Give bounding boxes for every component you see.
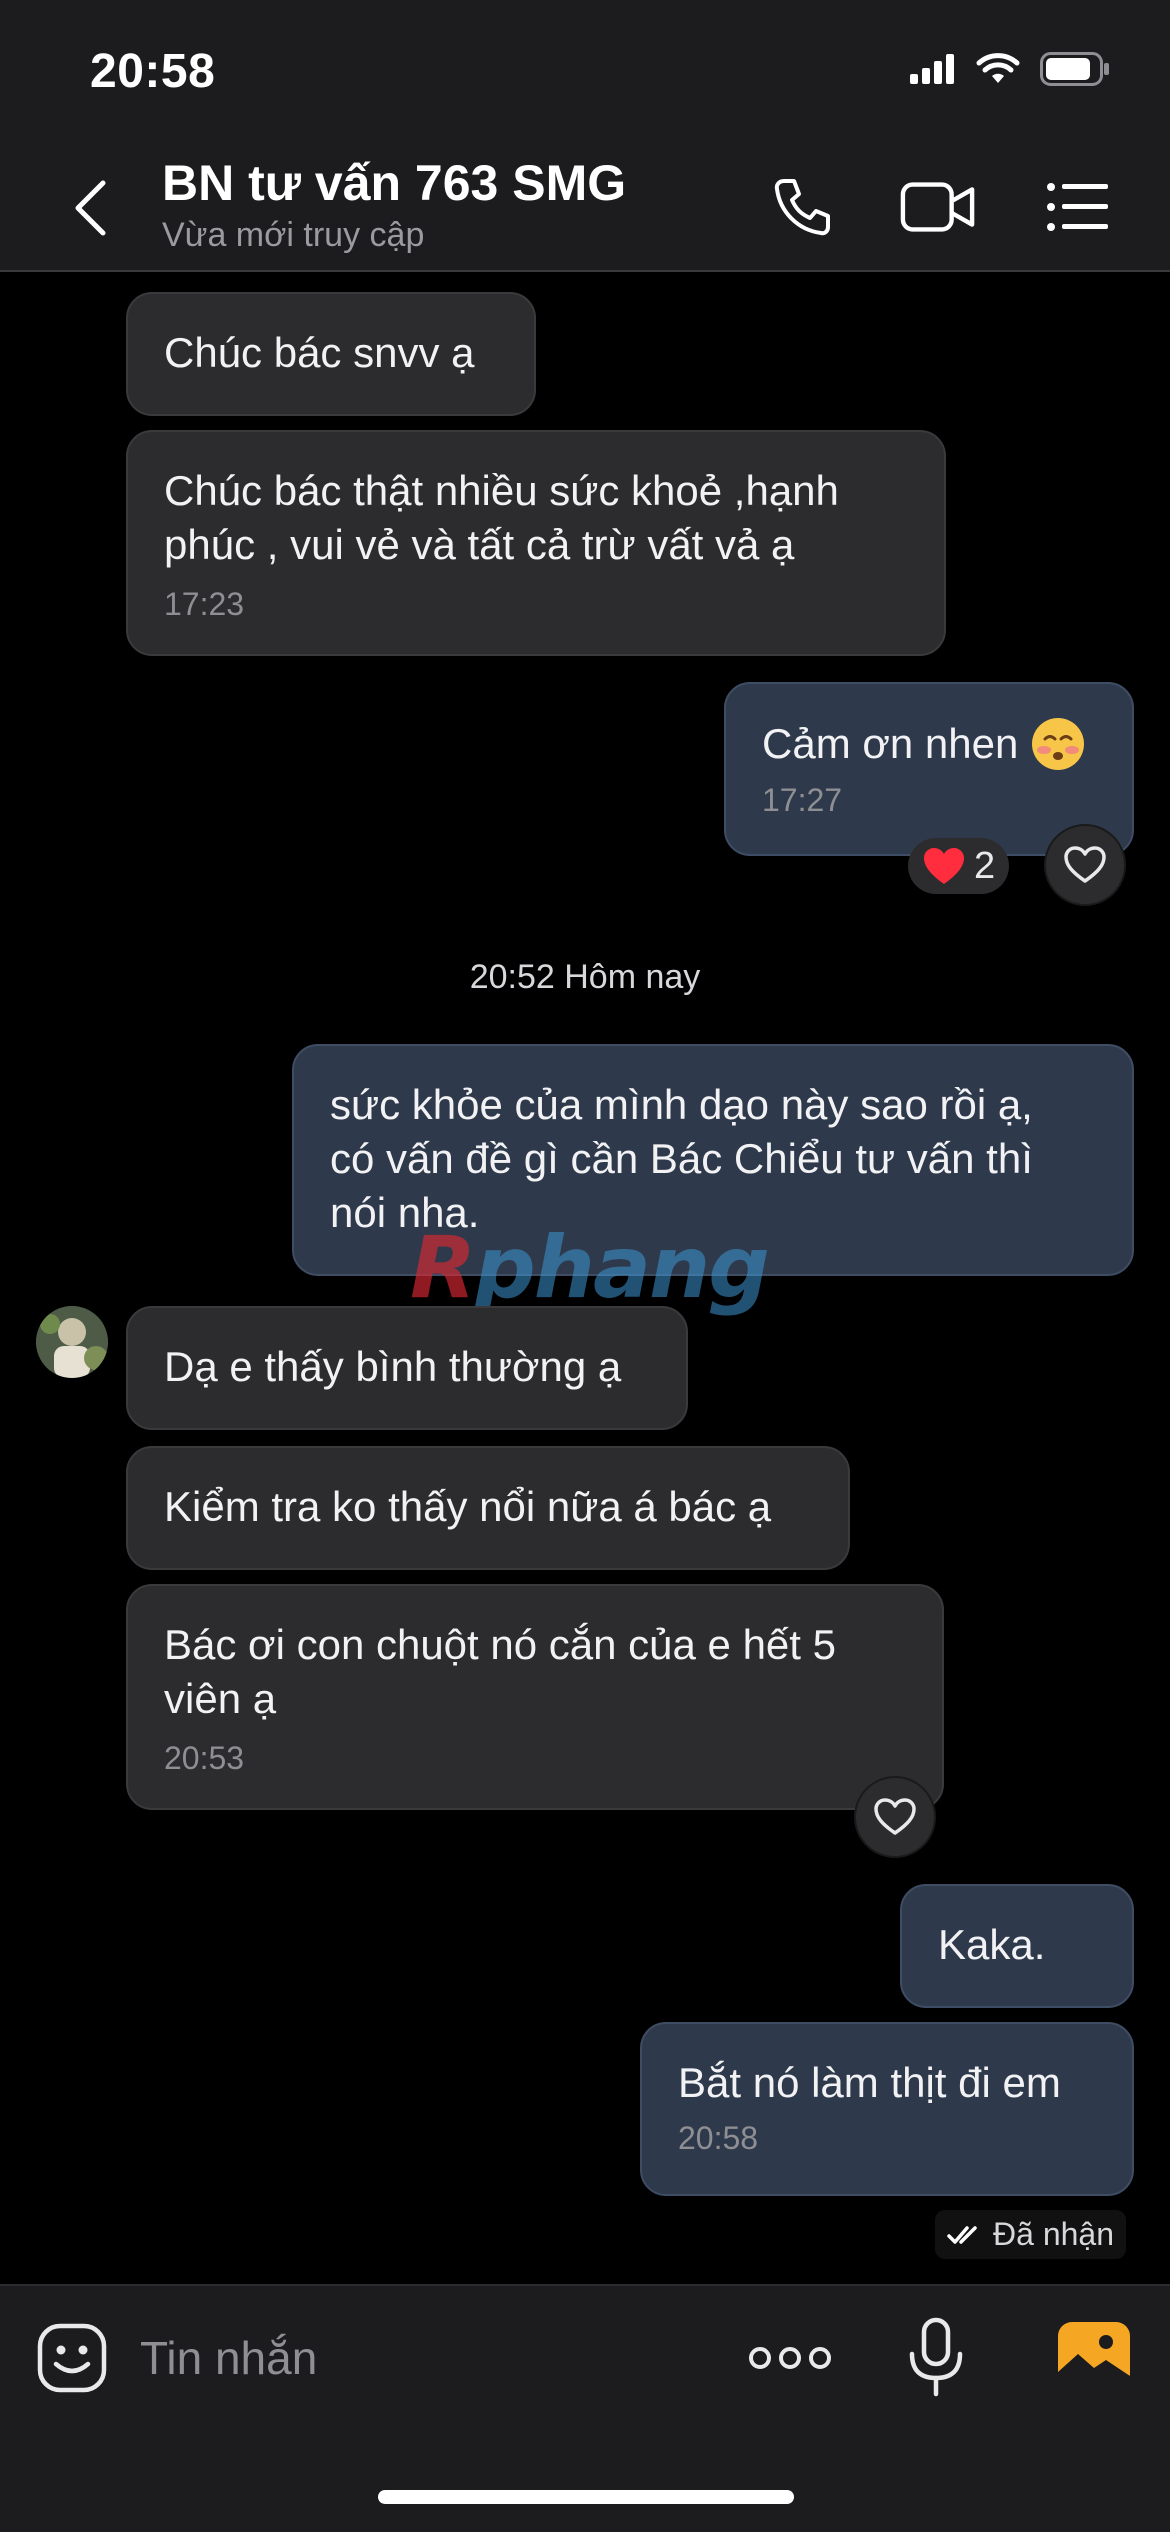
- message-time: 17:27: [762, 782, 843, 818]
- red-heart-icon: [924, 848, 964, 884]
- wifi-icon: [976, 53, 1020, 83]
- battery-icon: [1040, 52, 1109, 86]
- reaction-count: 2: [974, 844, 996, 887]
- message-text: Chúc bác snvv ạ: [164, 329, 475, 376]
- home-indicator: [378, 2490, 794, 2504]
- signal-icon: [910, 54, 954, 84]
- voice-message-button[interactable]: [906, 2316, 966, 2400]
- message-text: Bác ơi con chuột nó cắn của e hết 5 viên…: [164, 1621, 836, 1722]
- react-button[interactable]: [1044, 824, 1126, 906]
- double-check-icon: [947, 2225, 977, 2244]
- status-icons: [910, 52, 1110, 86]
- watermark-logo: Rphang: [410, 1218, 770, 1318]
- gallery-button[interactable]: [1056, 2320, 1132, 2390]
- delivery-status: Đã nhận: [935, 2210, 1126, 2259]
- call-button[interactable]: [764, 174, 840, 240]
- message-bubble-outgoing[interactable]: Bắt nó làm thịt đi em 20:58: [640, 2022, 1134, 2196]
- message-time: 20:53: [164, 1740, 245, 1776]
- chat-title[interactable]: BN tư vấn 763 SMG: [162, 154, 626, 212]
- message-bubble-incoming[interactable]: Chúc bác snvv ạ: [126, 292, 536, 416]
- status-time: 20:58: [90, 45, 216, 98]
- message-text: Dạ e thấy bình thường ạ: [164, 1343, 622, 1390]
- message-input[interactable]: [140, 2322, 700, 2394]
- back-icon: [75, 180, 106, 236]
- message-time: 20:58: [678, 2120, 759, 2156]
- more-dots-icon: [749, 2347, 831, 2369]
- delivery-status-label: Đã nhận: [993, 2216, 1114, 2252]
- message-time: 17:23: [164, 586, 245, 622]
- message-text: Bắt nó làm thịt đi em: [678, 2059, 1061, 2106]
- phone-icon: [774, 179, 830, 236]
- message-bubble-incoming[interactable]: Dạ e thấy bình thường ạ: [126, 1306, 688, 1430]
- message-text: Chúc bác thật nhiều sức khoẻ ,hạnh phúc …: [164, 467, 839, 568]
- react-button[interactable]: [854, 1776, 936, 1858]
- message-text: Kiểm tra ko thấy nổi nữa á bác ạ: [164, 1483, 772, 1530]
- avatar[interactable]: [36, 1306, 108, 1378]
- avatar-image: [36, 1306, 108, 1378]
- menu-button[interactable]: [1040, 174, 1116, 240]
- message-bubble-incoming[interactable]: Chúc bác thật nhiều sức khoẻ ,hạnh phúc …: [126, 430, 946, 656]
- video-icon: [900, 182, 975, 232]
- message-bubble-incoming[interactable]: Bác ơi con chuột nó cắn của e hết 5 viên…: [126, 1584, 944, 1810]
- message-bubble-outgoing[interactable]: Kaka.: [900, 1884, 1134, 2008]
- date-separator: 20:52 Hôm nay: [469, 958, 701, 996]
- reaction-summary[interactable]: 2: [908, 838, 1010, 894]
- sticker-icon: [37, 2323, 107, 2393]
- message-bubble-incoming[interactable]: Kiểm tra ko thấy nổi nữa á bác ạ: [126, 1446, 850, 1570]
- video-call-button[interactable]: [900, 174, 976, 240]
- chat-header: BN tư vấn 763 SMG Vừa mới truy cập: [0, 140, 1170, 272]
- composer-bar: [0, 2284, 1170, 2532]
- gallery-icon: [1058, 2322, 1130, 2388]
- microphone-icon: [909, 2317, 963, 2397]
- back-button[interactable]: [60, 178, 120, 238]
- heart-outline-icon: [1064, 846, 1106, 883]
- list-icon: [1047, 183, 1108, 231]
- blushing-face-emoji: [1032, 718, 1085, 770]
- chat-subtitle: Vừa mới truy cập: [162, 216, 425, 254]
- heart-outline-icon: [874, 1798, 916, 1835]
- sticker-button[interactable]: [36, 2322, 108, 2394]
- message-text: sức khỏe của mình dạo này sao rồi ạ, có …: [330, 1081, 1033, 1236]
- message-text: Kaka.: [938, 1921, 1046, 1968]
- message-text: Cảm ơn nhen: [762, 720, 1019, 767]
- more-options-button[interactable]: [748, 2336, 832, 2380]
- status-bar: 20:58: [0, 0, 1170, 140]
